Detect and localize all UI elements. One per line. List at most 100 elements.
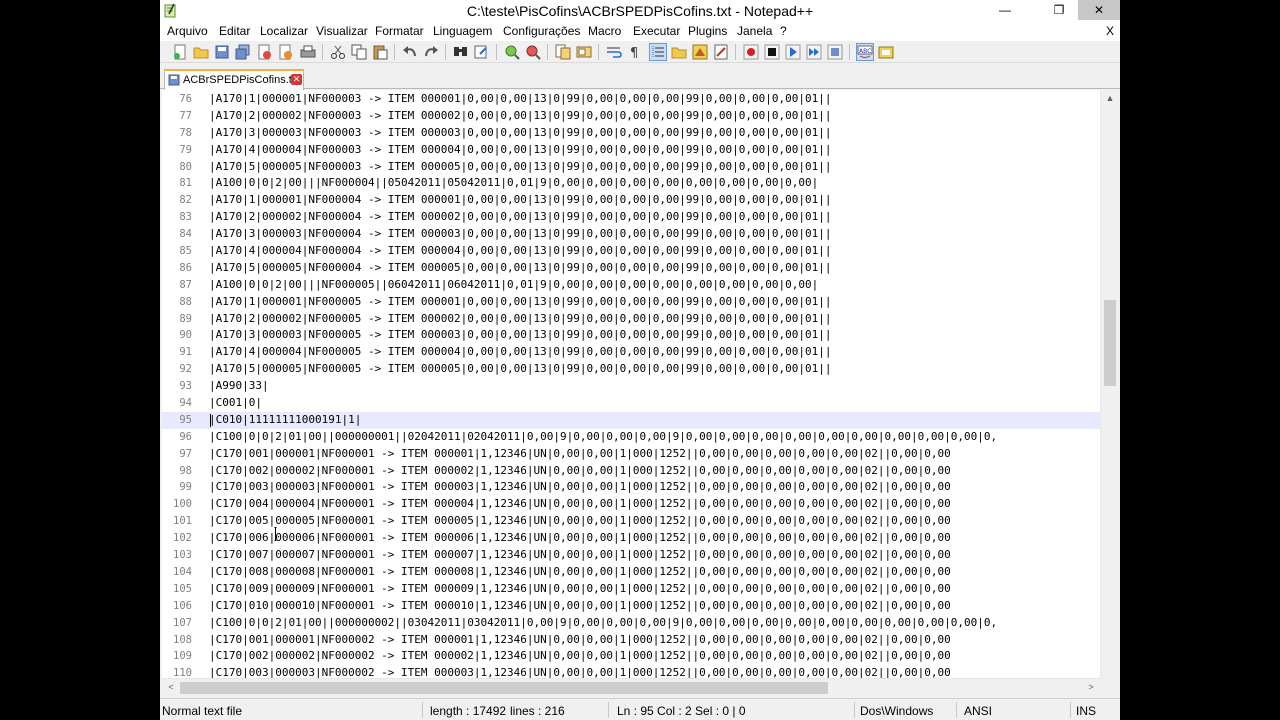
editor-line[interactable]: 106 |C170|010|000010|NF000001 -> ITEM 000… <box>162 598 1102 615</box>
line-text[interactable]: |A170|1|000001|NF000005 -> ITEM 000001|0… <box>209 294 832 311</box>
line-text[interactable]: |C170|001|000001|NF000002 -> ITEM 000001… <box>209 632 951 649</box>
editor-line[interactable]: 100 |C170|004|000004|NF000001 -> ITEM 000… <box>162 496 1102 513</box>
editor-line[interactable]: 96 |C100|0|0|2|01|00||000000001||02042011… <box>162 429 1102 446</box>
horizontal-scrollbar[interactable]: < > <box>162 678 1100 696</box>
editor-line[interactable]: 98 |C170|002|000002|NF000001 -> ITEM 0000… <box>162 463 1102 480</box>
close-all-icon[interactable] <box>277 44 293 60</box>
editor-line[interactable]: 88 |A170|1|000001|NF000005 -> ITEM 000001… <box>162 294 1102 311</box>
sync-horizontal-icon[interactable] <box>576 44 592 60</box>
menu-localizar[interactable]: Localizar <box>260 24 308 38</box>
tab-close-icon[interactable]: ✕ <box>291 74 302 85</box>
show-all-chars-icon[interactable]: ¶ <box>627 44 643 60</box>
close-icon[interactable] <box>256 44 272 60</box>
editor-line[interactable]: 86 |A170|5|000005|NF000004 -> ITEM 000005… <box>162 260 1102 277</box>
new-file-icon[interactable] <box>172 44 188 60</box>
editor-line[interactable]: 102 |C170|006|000006|NF000001 -> ITEM 000… <box>162 530 1102 547</box>
menu-configuracoes[interactable]: Configurações <box>503 24 580 38</box>
editor-line[interactable]: 101 |C170|005|000005|NF000001 -> ITEM 000… <box>162 513 1102 530</box>
line-text[interactable]: |C170|003|000003|NF000002 -> ITEM 000003… <box>209 665 951 678</box>
line-text[interactable]: |A170|5|000005|NF000005 -> ITEM 000005|0… <box>209 361 832 378</box>
menu-visualizar[interactable]: Visualizar <box>316 24 368 38</box>
title-bar[interactable]: C:\teste\PisCofins\ACBrSPEDPisCofins.txt… <box>160 0 1120 22</box>
menu-editar[interactable]: Editar <box>219 24 250 38</box>
line-text[interactable]: |C170|007|000007|NF000001 -> ITEM 000007… <box>209 547 951 564</box>
editor-line[interactable]: 97 |C170|001|000001|NF000001 -> ITEM 0000… <box>162 446 1102 463</box>
scroll-up-arrow-icon[interactable]: ▲ <box>1101 90 1118 107</box>
editor-line[interactable]: 94 |C001|0| <box>162 395 1102 412</box>
indent-guide-icon[interactable] <box>649 43 667 61</box>
line-text[interactable]: |C170|006|000006|NF000001 -> ITEM 000006… <box>209 530 951 547</box>
minimize-button[interactable]: — <box>990 0 1020 20</box>
editor-line[interactable]: 83 |A170|2|000002|NF000004 -> ITEM 000002… <box>162 209 1102 226</box>
editor-line[interactable]: 107 |C100|0|0|2|01|00||000000002||0304201… <box>162 615 1102 632</box>
line-text[interactable]: |A170|3|000003|NF000003 -> ITEM 000003|0… <box>209 125 832 142</box>
play-macro-icon[interactable] <box>785 44 801 60</box>
menu-formatar[interactable]: Formatar <box>375 24 424 38</box>
line-text[interactable]: |C170|001|000001|NF000001 -> ITEM 000001… <box>209 446 951 463</box>
maximize-button[interactable]: ❐ <box>1044 0 1074 20</box>
spell-check-icon[interactable]: ABC <box>856 43 874 61</box>
line-text[interactable]: |A170|1|000001|NF000004 -> ITEM 000001|0… <box>209 192 832 209</box>
tab-acbrspedpiscofins[interactable]: ACBrSPEDPisCofins.txt ✕ <box>164 69 304 90</box>
close-window-button[interactable]: ✕ <box>1078 0 1120 20</box>
open-file-icon[interactable] <box>193 44 209 60</box>
line-text[interactable]: |C170|009|000009|NF000001 -> ITEM 000009… <box>209 581 951 598</box>
save-all-icon[interactable] <box>235 44 251 60</box>
zoom-out-icon[interactable] <box>525 44 541 60</box>
save-macro-icon[interactable] <box>827 44 843 60</box>
run-macro-multiple-icon[interactable] <box>806 44 822 60</box>
line-text[interactable]: |A990|33| <box>209 378 269 395</box>
horizontal-scroll-thumb[interactable] <box>180 682 828 694</box>
line-text[interactable]: |C100|0|0|2|01|00||000000002||03042011|0… <box>209 615 997 632</box>
editor-line[interactable]: 77 |A170|2|000002|NF000003 -> ITEM 000002… <box>162 108 1102 125</box>
menu-arquivo[interactable]: Arquivo <box>167 24 208 38</box>
line-text[interactable]: |A170|4|000004|NF000003 -> ITEM 000004|0… <box>209 142 832 159</box>
line-text[interactable]: |A100|0|0|2|00|||NF000004||05042011|0504… <box>209 175 818 192</box>
menu-linguagem[interactable]: Linguagem <box>433 24 492 38</box>
line-text[interactable]: |A170|5|000005|NF000004 -> ITEM 000005|0… <box>209 260 832 277</box>
save-icon[interactable] <box>214 44 230 60</box>
text-area[interactable]: 76 |A170|1|000001|NF000003 -> ITEM 000001… <box>162 91 1102 678</box>
menu-help[interactable]: ? <box>780 24 787 38</box>
replace-icon[interactable] <box>474 44 490 60</box>
editor-pane[interactable]: 76 |A170|1|000001|NF000003 -> ITEM 000001… <box>162 90 1118 678</box>
stop-macro-icon[interactable] <box>764 44 780 60</box>
folder-as-workspace-icon[interactable] <box>671 44 687 60</box>
close-document-button[interactable]: X <box>1106 24 1114 38</box>
print-icon[interactable] <box>300 44 316 60</box>
editor-line[interactable]: 91 |A170|4|000004|NF000005 -> ITEM 000004… <box>162 344 1102 361</box>
line-text[interactable]: |A170|2|000002|NF000004 -> ITEM 000002|0… <box>209 209 832 226</box>
editor-line[interactable]: 81 |A100|0|0|2|00|||NF000004||05042011|05… <box>162 175 1102 192</box>
undo-icon[interactable] <box>402 44 418 60</box>
find-icon[interactable] <box>453 44 469 60</box>
vertical-scroll-thumb[interactable] <box>1104 300 1116 386</box>
line-text[interactable]: |C170|002|000002|NF000001 -> ITEM 000002… <box>209 463 951 480</box>
document-map-icon[interactable] <box>692 44 708 60</box>
scroll-right-arrow-icon[interactable]: > <box>1082 679 1100 696</box>
editor-line[interactable]: 103 |C170|007|000007|NF000001 -> ITEM 000… <box>162 547 1102 564</box>
editor-line[interactable]: 82 |A170|1|000001|NF000004 -> ITEM 000001… <box>162 192 1102 209</box>
editor-line[interactable]: 80 |A170|5|000005|NF000003 -> ITEM 000005… <box>162 159 1102 176</box>
editor-line[interactable]: 78 |A170|3|000003|NF000003 -> ITEM 000003… <box>162 125 1102 142</box>
editor-line[interactable]: 108 |C170|001|000001|NF000002 -> ITEM 000… <box>162 632 1102 649</box>
word-wrap-icon[interactable] <box>606 44 622 60</box>
line-text[interactable]: |C170|003|000003|NF000001 -> ITEM 000003… <box>209 479 951 496</box>
editor-line[interactable]: 87 |A100|0|0|2|00|||NF000005||06042011|06… <box>162 277 1102 294</box>
sync-vertical-icon[interactable] <box>555 44 571 60</box>
menu-janela[interactable]: Janela <box>737 24 772 38</box>
cut-icon[interactable] <box>330 44 346 60</box>
editor-line[interactable]: 76 |A170|1|000001|NF000003 -> ITEM 000001… <box>162 91 1102 108</box>
editor-line[interactable]: 92 |A170|5|000005|NF000005 -> ITEM 000005… <box>162 361 1102 378</box>
editor-line[interactable]: 84 |A170|3|000003|NF000004 -> ITEM 000003… <box>162 226 1102 243</box>
function-list-icon[interactable] <box>713 44 729 60</box>
plugin-icon[interactable] <box>878 44 894 60</box>
line-text[interactable]: |A170|2|000002|NF000003 -> ITEM 000002|0… <box>209 108 832 125</box>
line-text[interactable]: |A170|3|000003|NF000004 -> ITEM 000003|0… <box>209 226 832 243</box>
menu-macro[interactable]: Macro <box>588 24 621 38</box>
line-text[interactable]: |C170|008|000008|NF000001 -> ITEM 000008… <box>209 564 951 581</box>
editor-line[interactable]: 85 |A170|4|000004|NF000004 -> ITEM 000004… <box>162 243 1102 260</box>
zoom-in-icon[interactable] <box>504 44 520 60</box>
line-text[interactable]: |C100|0|0|2|01|00||000000001||02042011|0… <box>209 429 997 446</box>
editor-line[interactable]: 109 |C170|002|000002|NF000002 -> ITEM 000… <box>162 648 1102 665</box>
editor-line[interactable]: 110 |C170|003|000003|NF000002 -> ITEM 000… <box>162 665 1102 678</box>
